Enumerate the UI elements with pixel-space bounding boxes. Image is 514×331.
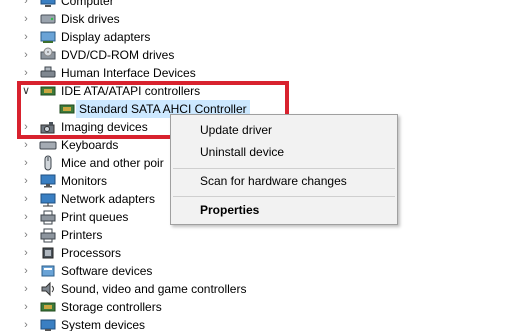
tree-item-software-devices[interactable]: › Software devices	[0, 262, 514, 280]
context-menu: Update driver Uninstall device Scan for …	[170, 114, 398, 225]
tree-item-display-adapters[interactable]: › Display adapters	[0, 28, 514, 46]
tree-item-label: Display adapters	[61, 30, 151, 44]
storage-controller-icon	[40, 302, 56, 312]
chevron-right-icon[interactable]: ›	[20, 46, 32, 64]
software-device-icon	[41, 265, 55, 277]
tree-item-label: Monitors	[61, 174, 108, 188]
chevron-right-icon[interactable]: ›	[20, 190, 32, 208]
mouse-icon	[44, 155, 52, 171]
chevron-right-icon[interactable]: ›	[20, 172, 32, 190]
tree-item-computer[interactable]: › Computer	[0, 0, 514, 10]
menu-item-update-driver[interactable]: Update driver	[200, 121, 272, 139]
menu-separator	[173, 168, 395, 169]
monitor-icon	[40, 174, 56, 188]
tree-item-human-interface-devices[interactable]: › Human Interface Devices	[0, 64, 514, 82]
tree-item-label: Software devices	[61, 264, 153, 278]
chevron-right-icon[interactable]: ›	[20, 0, 32, 10]
tree-item-label: Sound, video and game controllers	[61, 282, 247, 296]
chevron-right-icon[interactable]: ›	[20, 280, 32, 298]
menu-item-properties[interactable]: Properties	[200, 201, 259, 219]
tree-item-system-devices[interactable]: › System devices	[0, 316, 514, 331]
tree-item-processors[interactable]: › Processors	[0, 244, 514, 262]
hid-icon	[40, 66, 56, 78]
tree-item-label: Human Interface Devices	[61, 66, 196, 80]
printer-icon	[40, 228, 56, 243]
tree-item-label: Computer	[61, 0, 114, 8]
tree-item-label: Processors	[61, 246, 122, 260]
tree-item-label: DVD/CD-ROM drives	[61, 48, 175, 62]
tree-item-dvd-drives[interactable]: › DVD/CD-ROM drives	[0, 46, 514, 64]
tree-item-label: Mice and other poir	[61, 156, 164, 170]
tree-item-disk-drives[interactable]: › Disk drives	[0, 10, 514, 28]
tree-item-label: Disk drives	[61, 12, 120, 26]
system-device-icon	[40, 319, 56, 331]
keyboard-icon	[39, 141, 57, 150]
chevron-right-icon[interactable]: ›	[20, 154, 32, 172]
disk-drive-icon	[40, 14, 56, 24]
tree-item-label: Storage controllers	[61, 300, 162, 314]
chevron-right-icon[interactable]: ›	[20, 262, 32, 280]
menu-item-scan-hardware[interactable]: Scan for hardware changes	[200, 172, 347, 190]
chevron-right-icon[interactable]: ›	[20, 298, 32, 316]
dvd-drive-icon	[40, 47, 56, 60]
chevron-right-icon[interactable]: ›	[20, 208, 32, 226]
device-manager-view: › Computer › Disk drives › Display adapt…	[0, 0, 514, 331]
tree-item-printers[interactable]: › Printers	[0, 226, 514, 244]
chevron-right-icon[interactable]: ›	[20, 316, 32, 331]
tree-item-label: System devices	[61, 318, 146, 331]
menu-item-uninstall-device[interactable]: Uninstall device	[200, 143, 284, 161]
chevron-right-icon[interactable]: ›	[20, 226, 32, 244]
sound-icon	[41, 281, 54, 297]
tree-item-label: Printers	[61, 228, 103, 242]
chevron-right-icon[interactable]: ›	[20, 244, 32, 262]
tree-item-label: Network adapters	[61, 192, 156, 206]
computer-icon	[40, 0, 56, 7]
tree-item-storage-controllers[interactable]: › Storage controllers	[0, 298, 514, 316]
print-queue-icon	[40, 210, 56, 225]
menu-separator	[173, 196, 395, 197]
tree-item-label: Print queues	[61, 210, 129, 224]
network-adapter-icon	[40, 193, 56, 207]
processor-icon	[42, 247, 54, 259]
tree-item-sound-video-game[interactable]: › Sound, video and game controllers	[0, 280, 514, 298]
display-adapter-icon	[40, 31, 56, 43]
chevron-right-icon[interactable]: ›	[20, 64, 32, 82]
chevron-right-icon[interactable]: ›	[20, 28, 32, 46]
chevron-right-icon[interactable]: ›	[20, 10, 32, 28]
